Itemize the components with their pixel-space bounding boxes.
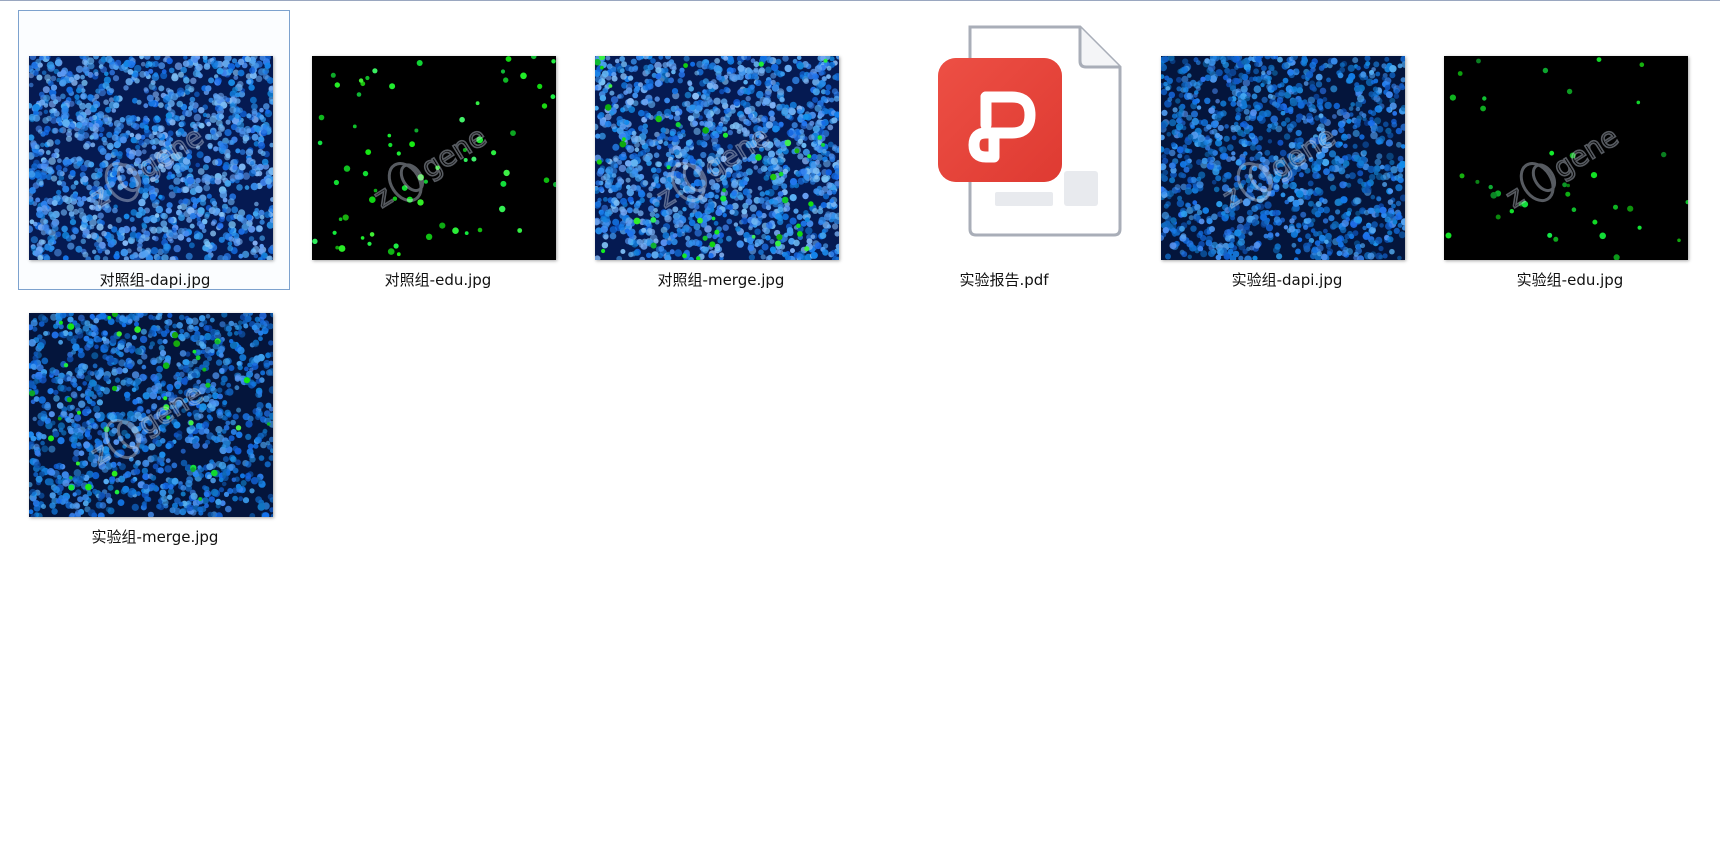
file-label-exp-merge: 实验组-merge.jpg (91, 528, 219, 546)
file-label-exp-edu: 实验组-edu.jpg (1516, 271, 1624, 289)
thumbnail-exp-merge: z gene (29, 313, 273, 517)
window-top-border (0, 0, 1720, 1)
thumbnail-exp-dapi: z gene (1161, 56, 1405, 260)
file-tile-exp-merge[interactable]: z gene 实验组-merge.jpg (18, 267, 290, 547)
file-tile-exp-dapi[interactable]: z gene 实验组-dapi.jpg (1150, 10, 1422, 290)
thumbnail-ctrl-edu: z gene (312, 56, 556, 260)
file-tile-exp-edu[interactable]: z gene 实验组-edu.jpg (1433, 10, 1705, 290)
file-label-exp-dapi: 实验组-dapi.jpg (1231, 271, 1343, 289)
file-label-report-pdf: 实验报告.pdf (959, 271, 1049, 289)
file-tile-ctrl-merge[interactable]: z gene 对照组-merge.jpg (584, 10, 856, 290)
file-tile-report-pdf[interactable]: 实验报告.pdf (867, 10, 1139, 290)
file-grid: z gene 对照组-dapi.jpg z gene 对照组-edu.jpg z ge… (18, 10, 1718, 547)
thumbnail-ctrl-merge: z gene (595, 56, 839, 260)
file-tile-ctrl-dapi[interactable]: z gene 对照组-dapi.jpg (18, 10, 290, 290)
pdf-file-icon (938, 25, 1122, 237)
file-tile-ctrl-edu[interactable]: z gene 对照组-edu.jpg (301, 10, 573, 290)
file-label-ctrl-edu: 对照组-edu.jpg (384, 271, 492, 289)
file-label-ctrl-merge: 对照组-merge.jpg (657, 271, 785, 289)
thumbnail-ctrl-dapi: z gene (29, 56, 273, 260)
thumbnail-exp-edu: z gene (1444, 56, 1688, 260)
